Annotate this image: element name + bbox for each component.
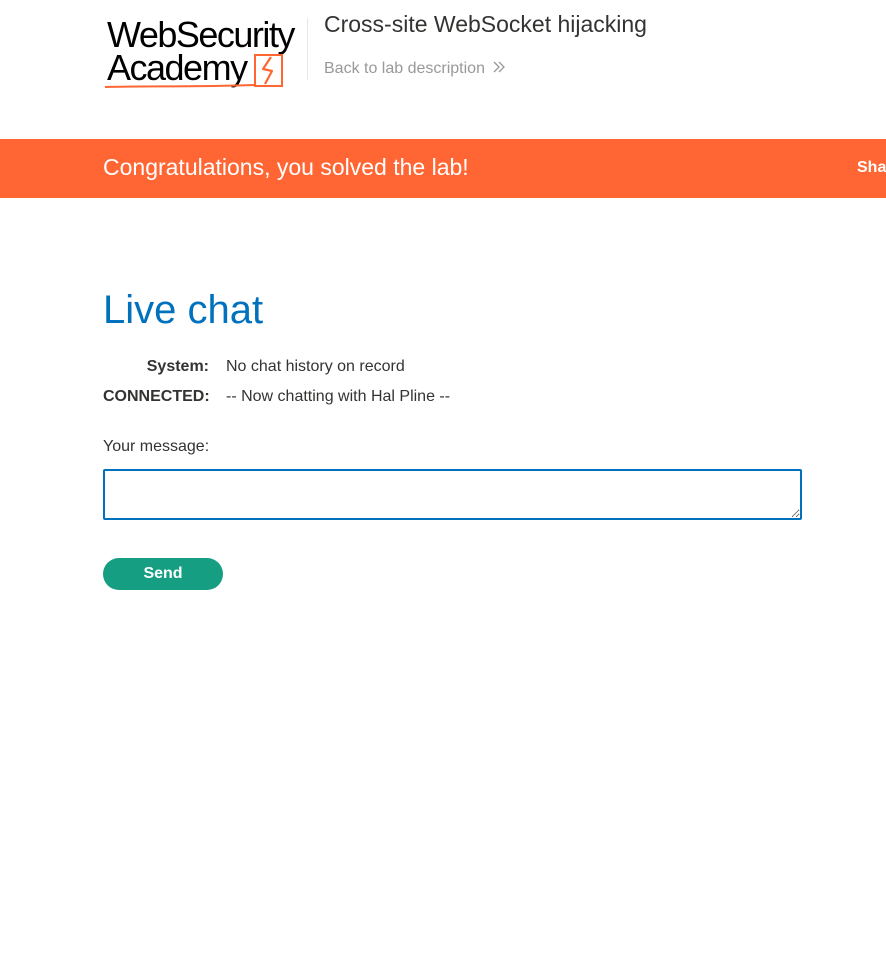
solved-banner: Congratulations, you solved the lab! Sha	[0, 139, 886, 198]
logo-bolt-icon	[105, 54, 283, 88]
chat-user: System:	[146, 358, 209, 375]
chat-message: No chat history on record	[226, 358, 405, 375]
lab-title: Cross-site WebSocket hijacking	[324, 11, 647, 37]
chat-user: CONNECTED:	[103, 388, 210, 405]
send-button[interactable]: Send	[103, 558, 223, 590]
back-to-lab-description-link[interactable]: Back to lab description	[324, 60, 505, 78]
solved-message: Congratulations, you solved the lab!	[103, 154, 469, 180]
chat-message: -- Now chatting with Hal Pline --	[226, 388, 451, 405]
share-button[interactable]: Sha	[857, 159, 886, 177]
message-label: Your message:	[103, 438, 210, 455]
page: WebSecurity Academy Cross-site WebSocket…	[0, 0, 886, 980]
web-security-academy-logo[interactable]: WebSecurity Academy	[105, 14, 305, 92]
message-input[interactable]	[103, 469, 802, 520]
page-title: Live chat	[103, 288, 264, 332]
header-divider	[307, 18, 308, 80]
double-chevron-right-icon	[493, 60, 505, 78]
back-link-label: Back to lab description	[324, 60, 485, 77]
header: WebSecurity Academy Cross-site WebSocket…	[0, 0, 886, 139]
